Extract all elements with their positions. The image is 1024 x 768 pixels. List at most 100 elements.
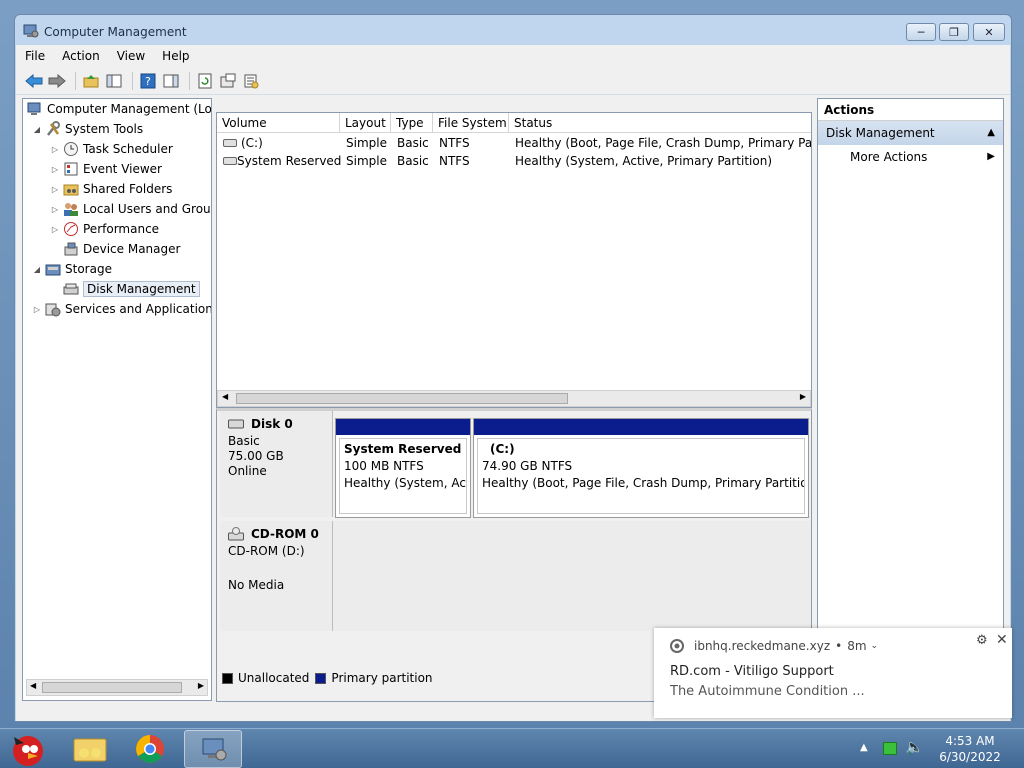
column-header-status[interactable]: Status: [509, 113, 811, 133]
properties-button[interactable]: [218, 71, 238, 91]
cdrom-name: CD-ROM 0: [251, 527, 319, 541]
event-viewer-icon: [64, 162, 78, 176]
taskbar: ▲ 🔈 4:53 AM 6/30/2022: [0, 728, 1024, 768]
chrome-taskbar-button[interactable]: [128, 729, 172, 768]
toolbar-separator: [75, 71, 76, 90]
scroll-left-icon[interactable]: ◀: [30, 681, 36, 690]
volume-speaker-icon[interactable]: 🔈: [905, 738, 924, 756]
angry-birds-taskbar-button[interactable]: [4, 729, 48, 768]
maximize-button[interactable]: ❐: [939, 23, 969, 41]
disk-size: 75.00 GB: [228, 449, 284, 463]
show-hidden-icons-arrow[interactable]: ▲: [860, 742, 868, 753]
forward-arrow-icon: [48, 73, 66, 88]
explorer-taskbar-button[interactable]: [68, 729, 112, 768]
help-button[interactable]: ?: [138, 71, 158, 91]
tree-item-computer-management[interactable]: Computer Management (Local): [25, 99, 211, 119]
tree-item-device-manager[interactable]: Device Manager: [61, 239, 180, 259]
tree-item-disk-management[interactable]: Disk Management: [61, 279, 200, 299]
tree-label: Task Scheduler: [83, 142, 173, 156]
scroll-right-icon[interactable]: ▶: [198, 681, 204, 690]
tree-item-system-tools[interactable]: ◢ System Tools: [31, 119, 143, 139]
angry-bird-icon: [13, 736, 43, 766]
close-button[interactable]: ✕: [973, 23, 1005, 41]
scroll-thumb[interactable]: [42, 682, 182, 693]
layout-cell: Simple: [346, 136, 387, 150]
computer-management-taskbar-button[interactable]: [184, 730, 242, 768]
expanded-triangle-icon[interactable]: ◢: [31, 265, 43, 274]
collapsed-triangle-icon[interactable]: ▷: [49, 205, 61, 214]
notification-body: The Autoimmune Condition ...: [670, 684, 865, 699]
column-header-layout[interactable]: Layout: [340, 113, 391, 133]
close-icon: ✕: [984, 25, 994, 39]
menu-bar: File Action View Help: [16, 45, 1010, 67]
toolbar: ?: [16, 67, 1010, 95]
tree-item-performance[interactable]: ▷ Performance: [49, 219, 159, 239]
export-list-button[interactable]: [241, 71, 261, 91]
forward-button[interactable]: [47, 71, 67, 91]
cdrom-0-label[interactable]: CD-ROM 0 CD-ROM (D:) No Media: [220, 521, 333, 631]
back-button[interactable]: [24, 71, 44, 91]
tree-label: Performance: [83, 222, 160, 236]
tree-item-shared-folders[interactable]: ▷ Shared Folders: [49, 179, 172, 199]
collapsed-triangle-icon[interactable]: ▷: [49, 185, 61, 194]
svg-text:?: ?: [145, 75, 151, 88]
chevron-down-icon[interactable]: ⌄: [871, 641, 879, 651]
actions-section-label: Disk Management: [826, 126, 935, 140]
title-bar[interactable]: Computer Management ─ ❐ ✕: [15, 15, 1011, 49]
scroll-left-icon[interactable]: ◀: [222, 392, 228, 401]
menu-help[interactable]: Help: [162, 49, 189, 63]
collapsed-triangle-icon[interactable]: ▷: [31, 305, 43, 314]
show-hide-tree-button[interactable]: [104, 71, 124, 91]
menu-file[interactable]: File: [25, 49, 45, 63]
tree-item-storage[interactable]: ◢ Storage: [31, 259, 112, 279]
column-header-volume[interactable]: Volume: [217, 113, 340, 133]
folder-icon: [73, 738, 107, 762]
tree-item-local-users-and-groups[interactable]: ▷ Local Users and Groups: [49, 199, 211, 219]
menu-action[interactable]: Action: [62, 49, 100, 63]
partition-system-reserved[interactable]: System Reserved 100 MB NTFS Healthy (Sys…: [335, 418, 471, 518]
chrome-small-icon: [670, 639, 684, 653]
scroll-right-icon[interactable]: ▶: [800, 392, 806, 401]
column-header-file-system[interactable]: File System: [433, 113, 509, 133]
shared-folder-icon: [63, 184, 79, 196]
minimize-button[interactable]: ─: [906, 23, 936, 41]
table-row[interactable]: System Reserved Simple Basic NTFS Health…: [217, 153, 811, 171]
storage-icon: [45, 264, 61, 276]
partition-size: 100 MB NTFS: [344, 459, 424, 473]
tree-horizontal-scrollbar[interactable]: ◀ ▶: [26, 679, 208, 696]
settings-gear-icon[interactable]: ⚙: [976, 633, 988, 648]
device-manager-icon: [64, 242, 78, 256]
tree-item-task-scheduler[interactable]: ▷ Task Scheduler: [49, 139, 173, 159]
menu-view[interactable]: View: [117, 49, 145, 63]
refresh-button[interactable]: [195, 71, 215, 91]
up-folder-button[interactable]: [81, 71, 101, 91]
scroll-thumb[interactable]: [236, 393, 568, 404]
drive-icon: [223, 157, 237, 165]
volume-list-horizontal-scrollbar[interactable]: ◀ ▶: [217, 390, 811, 407]
collapsed-triangle-icon[interactable]: ▷: [49, 145, 61, 154]
performance-icon: [64, 222, 78, 236]
column-header-type[interactable]: Type: [391, 113, 433, 133]
browser-notification[interactable]: ibnhq.reckedmane.xyz • 8m ⌄ ⚙ ✕ RD.com -…: [654, 628, 1012, 718]
more-actions-item[interactable]: More Actions ▶: [818, 145, 1003, 169]
collapsed-triangle-icon[interactable]: ▷: [49, 225, 61, 234]
collapse-up-icon[interactable]: ▲: [987, 127, 995, 138]
partition-name: System Reserved: [344, 442, 462, 456]
expanded-triangle-icon[interactable]: ◢: [31, 125, 43, 134]
tree-item-event-viewer[interactable]: ▷ Event Viewer: [49, 159, 162, 179]
notification-close-icon[interactable]: ✕: [996, 632, 1008, 648]
taskbar-clock[interactable]: 4:53 AM 6/30/2022: [930, 733, 1010, 765]
tree-item-services-and-applications[interactable]: ▷ Services and Applications: [31, 299, 212, 319]
network-icon[interactable]: [883, 742, 897, 755]
tree-label: Storage: [65, 262, 112, 276]
partition-size: 74.90 GB NTFS: [482, 459, 573, 473]
disk-0-label[interactable]: Disk 0 Basic 75.00 GB Online: [220, 411, 333, 517]
show-hide-action-pane-button[interactable]: [161, 71, 181, 91]
actions-section-disk-management[interactable]: Disk Management ▲: [818, 121, 1003, 145]
partition-c-drive[interactable]: (C:) 74.90 GB NTFS Healthy (Boot, Page F…: [473, 418, 809, 518]
status-cell: Healthy (Boot, Page File, Crash Dump, Pr…: [515, 136, 811, 150]
table-row[interactable]: (C:) Simple Basic NTFS Healthy (Boot, Pa…: [217, 135, 811, 153]
collapsed-triangle-icon[interactable]: ▷: [49, 165, 61, 174]
computer-management-icon: [202, 738, 227, 761]
tree-label: Services and Applications: [65, 302, 212, 316]
